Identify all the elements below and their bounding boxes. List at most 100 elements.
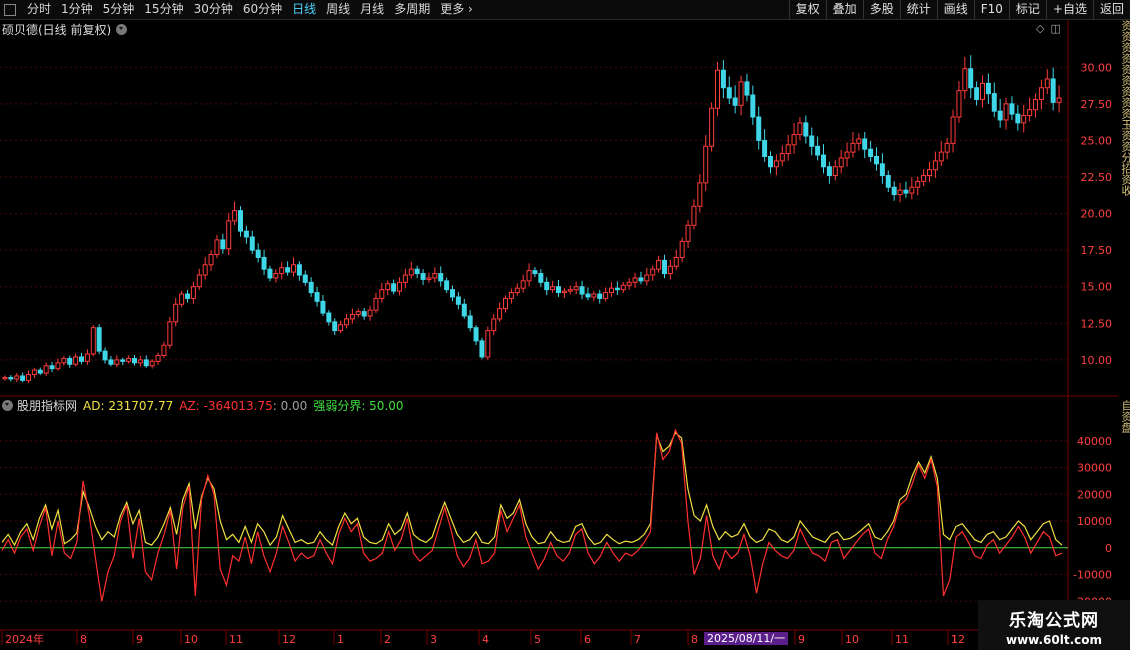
candle-body <box>220 239 226 250</box>
candle-body <box>338 324 344 332</box>
candle-body <box>579 286 585 295</box>
candle-body <box>503 297 508 310</box>
candle-body <box>367 309 373 317</box>
candle-body <box>656 259 662 270</box>
indicator-tick-label: 0 <box>1105 542 1112 555</box>
candle-body <box>432 273 438 279</box>
candle-body <box>2 376 8 380</box>
candle-body <box>261 256 267 270</box>
candle-body <box>732 97 738 106</box>
price-tick-label: 15.00 <box>1081 281 1113 294</box>
right-strip-text: 资资资资资资资资资玉资资分招资收 <box>1120 20 1130 196</box>
indicator-tick-label: 30000 <box>1077 462 1112 475</box>
candle-body <box>373 297 379 311</box>
indicator-tick-label: -10000 <box>1073 569 1112 582</box>
candle-body <box>726 87 732 99</box>
time-tick-label: 10 <box>845 633 859 646</box>
candle-body <box>644 274 650 282</box>
time-tick-label: 12 <box>282 633 296 646</box>
candle-body <box>514 287 520 294</box>
candle-body <box>108 359 114 365</box>
candle-body <box>720 69 726 89</box>
candle-body <box>308 281 314 294</box>
candle-body <box>1003 103 1009 121</box>
candle-body <box>267 268 273 279</box>
candle-body <box>662 259 667 275</box>
candle-body <box>208 254 214 266</box>
candle-body <box>561 290 567 294</box>
candle-body <box>161 344 167 356</box>
candle-body <box>20 375 26 381</box>
candle-body <box>673 256 679 267</box>
ad-value: AD: 231707.77 <box>83 398 174 413</box>
candle-body <box>915 180 921 188</box>
candle-body <box>332 321 338 332</box>
candle-body <box>37 369 43 374</box>
candle-body <box>1015 113 1021 124</box>
indicator-tick-label: 10000 <box>1077 515 1112 528</box>
candle-body <box>944 142 950 153</box>
candle-body <box>797 122 803 136</box>
candle-body <box>709 107 715 147</box>
time-tick-label: 2 <box>384 633 391 646</box>
time-tick-label: 4 <box>482 633 489 646</box>
candle-body <box>980 82 985 100</box>
candle-body <box>526 270 532 282</box>
candle-body <box>190 286 196 299</box>
candle-body <box>302 274 308 283</box>
candle-body <box>349 314 355 320</box>
time-tick-label: 1 <box>337 633 344 646</box>
candle-body <box>974 87 980 100</box>
candle-body <box>985 82 991 95</box>
candle-body <box>420 273 426 280</box>
candle-body <box>1009 103 1015 115</box>
candle-body <box>768 156 773 168</box>
watermark: 乐淘公式网 www.60lt.com <box>978 600 1130 650</box>
candle-body <box>991 93 997 112</box>
candle-body <box>49 365 55 370</box>
candle-body <box>497 308 503 320</box>
candle-body <box>120 359 126 362</box>
candle-body <box>249 236 255 251</box>
candle-body <box>826 166 832 177</box>
candle-body <box>479 340 485 358</box>
candle-body <box>597 293 603 299</box>
candle-body <box>856 138 862 144</box>
candle-body <box>809 135 815 147</box>
ad-series-line <box>1 431 1063 547</box>
candle-body <box>155 354 161 362</box>
indicator-tick-label: 40000 <box>1077 435 1112 448</box>
candle-body <box>679 240 685 258</box>
candle-body <box>868 148 874 158</box>
candle-body <box>703 145 709 184</box>
candle-body <box>638 277 644 282</box>
boundary-value: 强弱分界: 50.00 <box>313 399 404 413</box>
candle-body <box>803 122 809 137</box>
indicator-tick-label: 20000 <box>1077 488 1112 501</box>
candle-body <box>461 303 467 317</box>
chevron-down-icon[interactable] <box>2 400 13 411</box>
time-tick-label: 9 <box>136 633 143 646</box>
candle-body <box>968 68 974 89</box>
candle-body <box>903 189 909 194</box>
candle-body <box>744 81 750 96</box>
candle-body <box>567 289 573 292</box>
candle-body <box>650 268 656 276</box>
candle-body <box>838 157 844 168</box>
candle-body <box>532 270 538 275</box>
candle-body <box>167 321 173 346</box>
watermark-url: www.60lt.com <box>1005 633 1103 647</box>
candle-body <box>815 145 821 156</box>
candle-body <box>114 359 120 365</box>
candle-body <box>762 139 768 158</box>
candle-body <box>326 312 332 323</box>
time-tick-label: 9 <box>798 633 805 646</box>
candle-body <box>243 230 249 238</box>
candle-body <box>897 189 903 196</box>
candle-body <box>844 151 850 159</box>
candle-body <box>67 357 73 365</box>
candle-body <box>691 205 697 226</box>
candle-body <box>1050 78 1056 103</box>
candle-body <box>179 293 185 305</box>
candle-body <box>55 362 61 370</box>
